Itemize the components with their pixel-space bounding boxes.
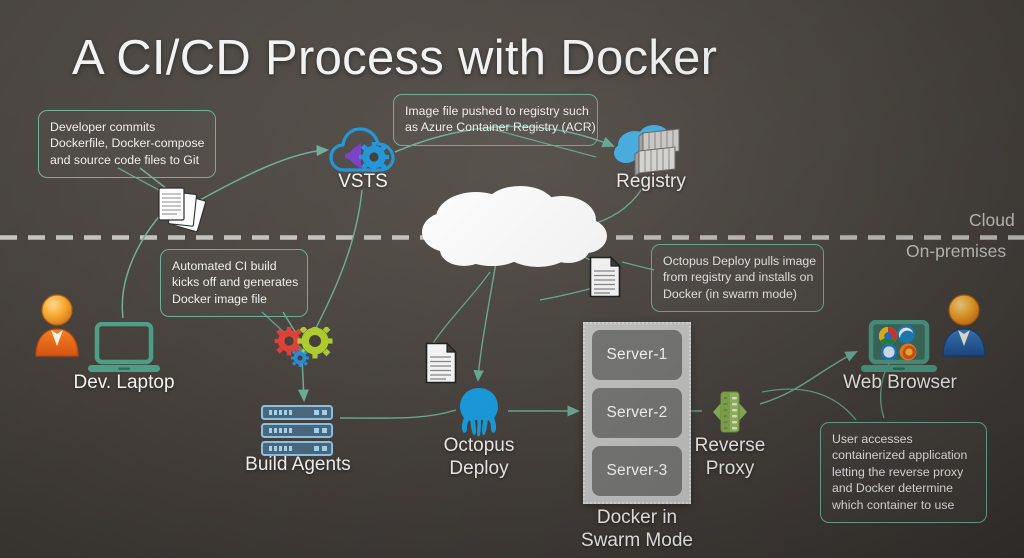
node-label-vsts: VSTS	[338, 171, 388, 192]
document-icon	[589, 256, 621, 298]
docker-swarm-container: Server-1 Server-2 Server-3	[583, 322, 691, 504]
node-label-registry: Registry	[616, 171, 686, 192]
node-label-line: Deploy	[449, 458, 509, 479]
node-label-build-agents: Build Agents	[245, 454, 351, 475]
server-box: Server-3	[592, 446, 682, 496]
callout-user-accesses-app: User accesses containerized application …	[820, 422, 987, 524]
callout-line: Octopus Deploy pulls image	[663, 254, 817, 268]
callout-automated-ci-build: Automated CI build kicks off and generat…	[160, 249, 308, 318]
callout-line: Docker image file	[172, 291, 267, 306]
callout-line: and Docker determine	[832, 481, 953, 496]
callout-developer-commits: Developer commits Dockerfile, Docker-com…	[38, 110, 216, 179]
callout-line: Developer commits	[50, 120, 156, 134]
server-box: Server-2	[592, 388, 682, 438]
zone-label-onpremises: On-premises	[906, 241, 1007, 261]
callout-line: and source code files to Git	[50, 152, 200, 167]
node-label-line: Proxy	[705, 458, 755, 479]
callout-line: Image file pushed to registry such	[405, 104, 589, 118]
node-label-line: Octopus	[443, 435, 515, 456]
node-label-reverse-proxy: Reverse Proxy	[679, 434, 781, 480]
callout-line: Automated CI build	[172, 259, 277, 273]
node-label-docker-swarm: Docker in Swarm Mode	[576, 506, 698, 552]
documents-stack-icon	[155, 185, 213, 233]
cloud-shape-icon	[418, 184, 608, 270]
document-icon	[425, 342, 457, 384]
node-label-line: Reverse	[694, 435, 766, 456]
callout-line: containerized application	[832, 448, 968, 463]
node-label-octopus-deploy: Octopus Deploy	[428, 434, 530, 480]
person-blue-icon	[940, 292, 988, 358]
node-label-dev-laptop: Dev. Laptop	[73, 372, 175, 393]
person-orange-icon	[33, 292, 81, 358]
node-label-line: Docker in	[596, 507, 678, 528]
callout-line: which container to use	[832, 497, 955, 512]
callout-line: User accesses	[832, 432, 913, 446]
laptop-icon	[85, 321, 163, 378]
gears-icon	[274, 323, 336, 369]
callout-line: from registry and installs on	[663, 270, 814, 285]
callout-octopus-pulls-image: Octopus Deploy pulls image from registry…	[651, 244, 824, 313]
browser-laptop-icon	[858, 319, 940, 378]
callout-line: as Azure Container Registry (ACR)	[405, 120, 596, 135]
zone-label-cloud: Cloud	[969, 210, 1015, 230]
node-label-web-browser: Web Browser	[843, 372, 957, 393]
server-rack-icon	[261, 405, 333, 457]
callout-line: Dockerfile, Docker-compose	[50, 136, 205, 151]
proxy-arrows-icon	[699, 386, 761, 438]
diagram-canvas: A CI/CD Process with Docker Cloud On-pre…	[0, 0, 1024, 558]
page-title: A CI/CD Process with Docker	[72, 31, 718, 85]
callout-line: Docker (in swarm mode)	[663, 286, 797, 301]
octopus-icon	[452, 386, 506, 438]
server-box: Server-1	[592, 330, 682, 380]
node-label-line: Swarm Mode	[581, 530, 693, 551]
callout-line: letting the reverse proxy	[832, 464, 964, 479]
callout-image-pushed-to-registry: Image file pushed to registry such as Az…	[393, 94, 598, 146]
callout-line: kicks off and generates	[172, 275, 299, 290]
